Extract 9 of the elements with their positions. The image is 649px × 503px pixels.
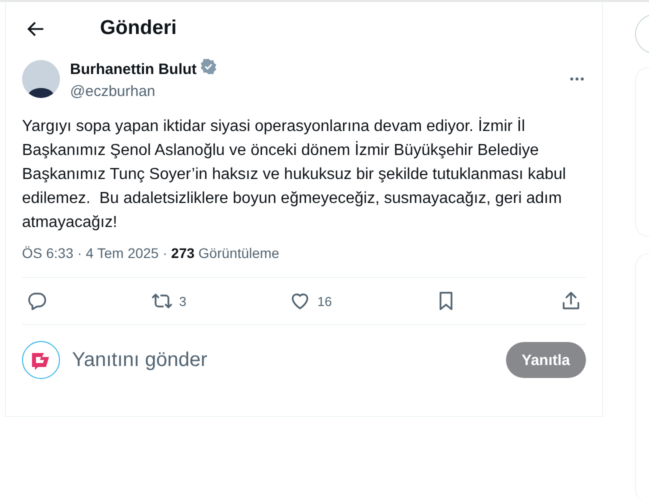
action-count: 3 [179,294,186,308]
reply-icon[interactable] [26,290,48,312]
author-handle[interactable]: @eczburhan [70,83,558,100]
post-meta: ÖS 6:33 · 4 Tem 2025 · 273 Görüntüleme [22,245,586,278]
page-title: Gönderi [100,17,177,40]
user-avatar [22,341,60,379]
post-text: Yargıyı sopa yapan iktidar siyasi operasyonlarına devam ediyor. İzmir İl Başkanımız Şenol Aslanoğlu ve önceki dönem İzmir Büyükşehir Belediye Başkanımız Tunç Soyer’in haksız ve hukuksuz bir şekilde tutuklanması kabul edilemez. Bu adaletsizliklere boyun eğmeyeceğiz, susmayacağız, geri adım atmayacağız! [22,116,567,233]
author-name[interactable]: Burhanettin Bulut [70,60,197,78]
action-count: 16 [317,294,332,308]
